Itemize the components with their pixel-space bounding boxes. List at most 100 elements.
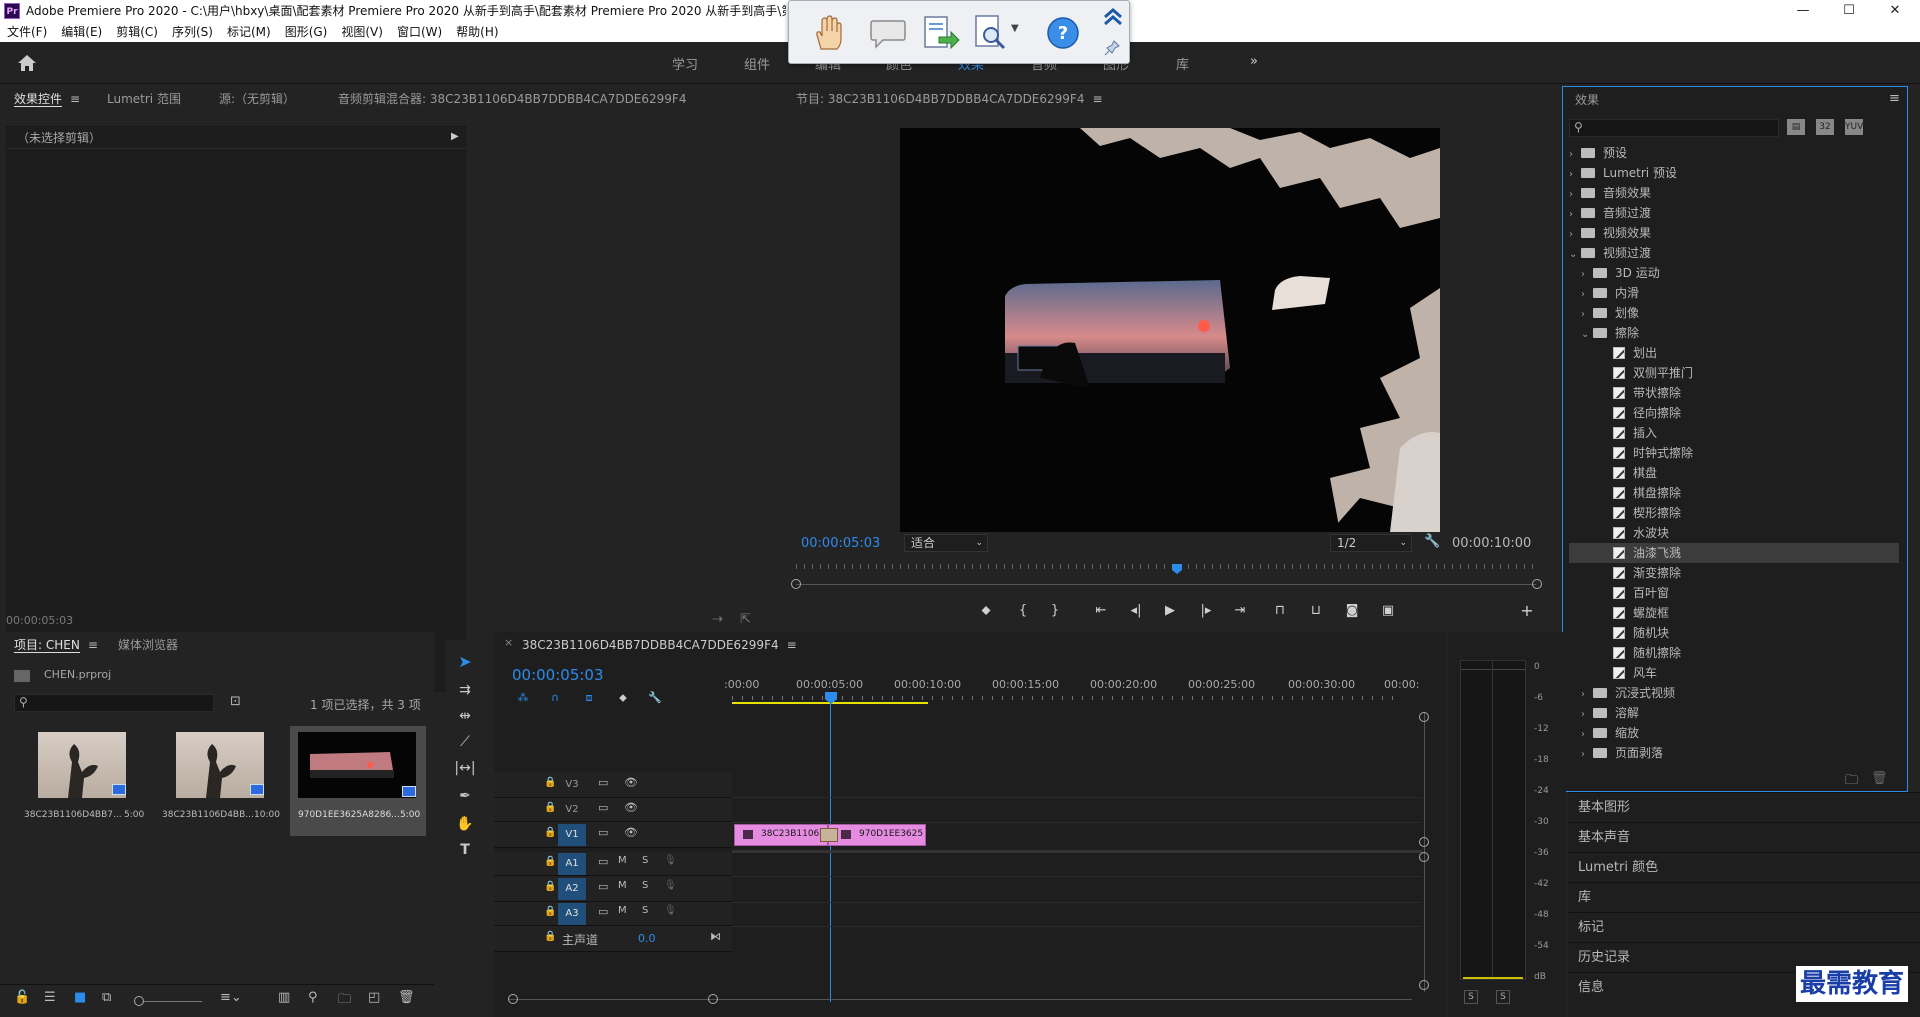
effects-folder[interactable]: › 缩放 — [1569, 723, 1899, 743]
effect-item[interactable]: 百叶窗 — [1569, 583, 1899, 603]
razor-tool-icon[interactable]: ⟋ — [452, 730, 478, 754]
workspace-tab-libraries[interactable]: 库 — [1176, 54, 1189, 73]
collapse-icon[interactable] — [1101, 5, 1125, 29]
maximize-button[interactable]: ☐ — [1826, 0, 1872, 22]
chevron-right-icon[interactable]: › — [1569, 225, 1581, 245]
close-button[interactable]: ✕ — [1872, 0, 1918, 22]
program-timecode[interactable]: 00:00:05:03 — [801, 536, 880, 551]
effect-item[interactable]: 楔形擦除 — [1569, 503, 1899, 523]
menu-help[interactable]: 帮助(H) — [449, 22, 505, 42]
pin-icon[interactable] — [1103, 39, 1121, 57]
effect-item[interactable]: 水波块 — [1569, 523, 1899, 543]
timeline-settings-icon[interactable]: 🔧 — [644, 688, 666, 708]
scroll-handle[interactable] — [1419, 712, 1429, 722]
pen-tool-icon[interactable]: ✒ — [452, 784, 478, 808]
panel-menu-icon[interactable]: ≡ — [88, 632, 98, 658]
effects-folder[interactable]: ⌄ 视频过渡 — [1569, 243, 1899, 263]
selection-tool-icon[interactable]: ➤ — [452, 650, 478, 674]
go-to-out-icon[interactable]: ⧑ — [710, 930, 721, 943]
solo-button[interactable]: S — [642, 905, 648, 916]
sync-lock-icon[interactable]: ▭ — [598, 776, 608, 789]
lock-icon[interactable]: 🔒 — [544, 856, 556, 867]
effect-item[interactable]: 棋盘 — [1569, 463, 1899, 483]
export-icon[interactable] — [921, 13, 961, 53]
transition-marker[interactable] — [820, 828, 838, 842]
sync-lock-icon[interactable]: ▭ — [598, 880, 608, 893]
effect-item[interactable]: 双侧平推门 — [1569, 363, 1899, 383]
effect-item[interactable]: 划出 — [1569, 343, 1899, 363]
menu-marker[interactable]: 标记(M) — [220, 22, 278, 42]
lock-icon[interactable]: 🔒 — [544, 827, 556, 838]
camera-icon[interactable]: ◙ — [1342, 603, 1362, 619]
effects-folder[interactable]: › 预设 — [1569, 143, 1899, 163]
chevron-right-icon[interactable]: › — [1581, 285, 1593, 305]
list-view-icon[interactable]: ☰ — [44, 990, 56, 1005]
panel-menu-icon[interactable]: ≡ — [1092, 86, 1102, 112]
solo-left-button[interactable]: S — [1464, 990, 1478, 1004]
button-editor-plus-icon[interactable]: + — [1517, 603, 1537, 619]
timeline-timecode[interactable]: 00:00:05:03 — [512, 666, 604, 684]
lock-icon[interactable]: 🔒 — [544, 802, 556, 813]
tab-project[interactable]: 项目: CHEN — [14, 638, 80, 653]
effects-folder[interactable]: › 3D 运动 — [1569, 263, 1899, 283]
sync-lock-icon[interactable]: ▭ — [598, 801, 608, 814]
find-icon[interactable] — [973, 13, 1009, 53]
track-label[interactable]: A3 — [558, 903, 586, 925]
tab-lumetri-scopes[interactable]: Lumetri 范围 — [107, 86, 181, 112]
panel-essential-graphics[interactable]: 基本图形 — [1568, 792, 1920, 822]
master-volume-value[interactable]: 0.0 — [638, 932, 656, 945]
panel-menu-icon[interactable]: ≡ — [787, 632, 797, 658]
effects-folder[interactable]: › 溶解 — [1569, 703, 1899, 723]
chevron-right-icon[interactable]: › — [1569, 185, 1581, 205]
menu-window[interactable]: 窗口(W) — [390, 22, 449, 42]
scroll-handle[interactable] — [708, 994, 718, 1004]
panel-libraries[interactable]: 库 — [1568, 882, 1920, 912]
chevron-down-icon[interactable]: ▼ — [1011, 23, 1019, 34]
effect-item[interactable]: 渐变擦除 — [1569, 563, 1899, 583]
sync-lock-icon[interactable]: ▭ — [598, 826, 608, 839]
lock-icon[interactable]: 🔒 — [544, 906, 556, 917]
track-label[interactable]: V3 — [558, 774, 586, 796]
eye-icon[interactable]: 👁 — [624, 826, 638, 839]
resolution-dropdown[interactable]: 1/2 ⌄ — [1330, 534, 1412, 552]
chevron-right-icon[interactable]: › — [1581, 725, 1593, 745]
menu-graphics[interactable]: 图形(G) — [278, 22, 335, 42]
export-frame-icon[interactable]: ⇱ — [740, 612, 751, 627]
add-marker-icon[interactable]: ⬥ — [976, 603, 996, 619]
tab-effect-controls[interactable]: 效果控件 — [14, 92, 63, 107]
microphone-icon[interactable]: 🎙 — [664, 905, 677, 916]
panel-lumetri-color[interactable]: Lumetri 颜色 — [1568, 852, 1920, 882]
lock-icon[interactable]: 🔒 — [544, 931, 556, 942]
sync-lock-icon[interactable]: ▭ — [598, 905, 608, 918]
tab-media-browser[interactable]: 媒体浏览器 — [118, 632, 178, 658]
timeline-ruler[interactable]: :00:00 00:00:05:00 00:00:10:00 00:00:15:… — [724, 672, 1432, 704]
zoom-handle-right[interactable] — [1532, 579, 1542, 589]
help-icon[interactable]: ? — [1045, 15, 1081, 51]
chevron-down-icon[interactable]: ⌄ — [1569, 245, 1581, 265]
hand-tool-icon[interactable]: ✋ — [452, 812, 478, 836]
zoom-slider-handle[interactable] — [134, 996, 144, 1006]
comparison-view-icon[interactable]: ▣ — [1378, 603, 1398, 619]
track-label[interactable]: A1 — [558, 853, 586, 875]
type-tool-icon[interactable]: T — [452, 838, 478, 862]
lock-icon[interactable]: 🔒 — [544, 881, 556, 892]
chevron-right-icon[interactable]: › — [1581, 265, 1593, 285]
project-item-selected[interactable]: 970D1EE3625A8286... 5:00 — [290, 726, 426, 836]
go-to-out-icon[interactable]: ⇥ — [1230, 603, 1250, 619]
effects-folder[interactable]: › Lumetri 预设 — [1569, 163, 1899, 183]
tab-audio-clip-mixer[interactable]: 音频剪辑混合器: 38C23B1106D4BB7DDBB4CA7DDE6299F… — [338, 86, 686, 112]
nest-icon[interactable]: ⁂ — [512, 688, 534, 708]
project-search-input[interactable]: ⚲ — [14, 694, 214, 712]
panel-markers[interactable]: 标记 — [1568, 912, 1920, 942]
yuv-effects-icon[interactable]: YUV — [1845, 119, 1863, 135]
effect-item[interactable]: 时钟式擦除 — [1569, 443, 1899, 463]
snap-icon[interactable]: ∩ — [544, 688, 566, 708]
panel-menu-icon[interactable]: ≡ — [70, 86, 80, 112]
track-label[interactable]: V1 — [558, 824, 586, 846]
play-triangle-icon[interactable]: ▶ — [451, 131, 459, 142]
effect-item[interactable]: 随机擦除 — [1569, 643, 1899, 663]
mark-out-icon[interactable]: } — [1045, 603, 1065, 619]
chevron-down-icon[interactable]: ⌄ — [1581, 325, 1593, 345]
chevron-right-icon[interactable]: › — [1581, 745, 1593, 765]
add-marker-icon[interactable]: ⬥ — [612, 688, 634, 708]
